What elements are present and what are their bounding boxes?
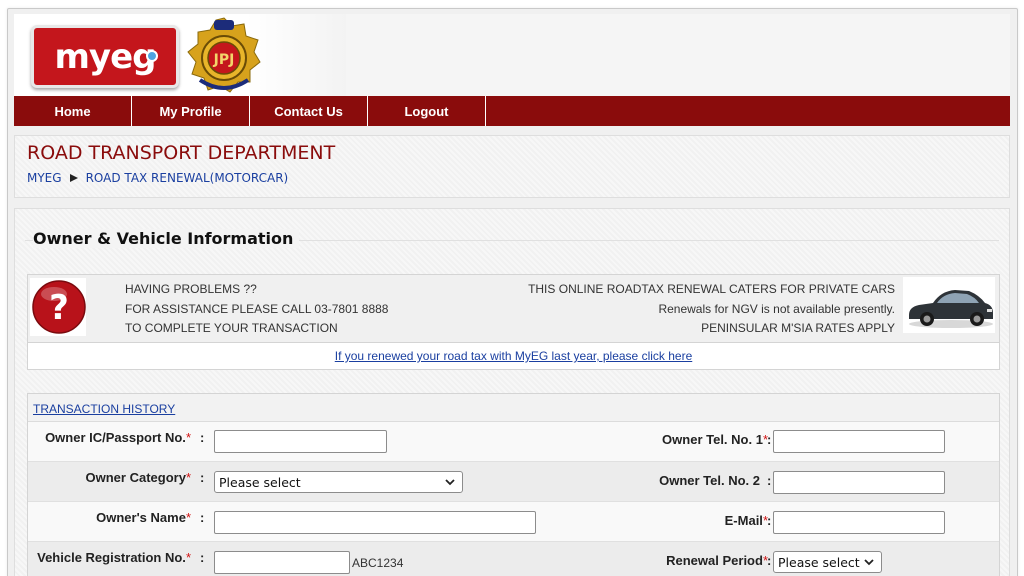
department-title: ROAD TRANSPORT DEPARTMENT bbox=[27, 142, 336, 164]
vehicle-reg-hint: ABC1234 bbox=[352, 556, 404, 570]
nav-my-profile[interactable]: My Profile bbox=[132, 96, 250, 126]
owner-ic-label: Owner IC/Passport No.* bbox=[45, 430, 191, 445]
jpj-seal-logo: JPJ bbox=[187, 17, 261, 93]
breadcrumb-arrow-icon bbox=[69, 174, 78, 182]
header-banner: myeg JPJ bbox=[14, 14, 1010, 96]
vehicle-reg-input[interactable] bbox=[214, 551, 350, 574]
form-row: Owner IC/Passport No.* : Owner Tel. No. … bbox=[28, 422, 999, 462]
breadcrumb-myeg[interactable]: MYEG bbox=[27, 171, 62, 185]
tel2-label: Owner Tel. No. 2 bbox=[659, 473, 760, 488]
myeg-logo[interactable]: myeg bbox=[31, 25, 179, 88]
form-row: Owner's Name* : E-Mail* : bbox=[28, 502, 999, 542]
owner-category-select[interactable]: Please select bbox=[214, 471, 463, 493]
help-box: ? HAVING PROBLEMS ?? FOR ASSISTANCE PLEA… bbox=[27, 274, 1000, 370]
nav-contact-us[interactable]: Contact Us bbox=[250, 96, 368, 126]
owner-name-input[interactable] bbox=[214, 511, 536, 534]
chevron-down-icon bbox=[864, 559, 874, 566]
breadcrumb-road-tax[interactable]: ROAD TAX RENEWAL(MOTORCAR) bbox=[86, 171, 289, 185]
main-nav: Home My Profile Contact Us Logout bbox=[14, 96, 1010, 126]
section-title: Owner & Vehicle Information bbox=[33, 229, 300, 248]
email-label: E-Mail* bbox=[724, 513, 768, 528]
nav-logout[interactable]: Logout bbox=[368, 96, 486, 126]
help-question-icon: ? bbox=[30, 278, 86, 336]
vehicle-reg-label: Vehicle Registration No.* bbox=[37, 550, 191, 565]
owner-ic-input[interactable] bbox=[214, 430, 387, 453]
renewal-period-select[interactable]: Please select bbox=[773, 551, 882, 573]
breadcrumb: MYEG ROAD TAX RENEWAL(MOTORCAR) bbox=[27, 171, 288, 185]
chevron-down-icon bbox=[445, 479, 455, 486]
tel1-input[interactable] bbox=[773, 430, 945, 453]
renewal-notes: THIS ONLINE ROADTAX RENEWAL CATERS FOR P… bbox=[528, 282, 895, 335]
email-input[interactable] bbox=[773, 511, 945, 534]
tel1-label: Owner Tel. No. 1* bbox=[662, 432, 768, 447]
renewal-period-label: Renewal Period* bbox=[666, 553, 768, 568]
logo-dot-icon bbox=[146, 50, 158, 62]
transaction-history-link[interactable]: TRANSACTION HISTORY bbox=[33, 402, 175, 416]
car-image bbox=[903, 277, 995, 333]
svg-text:?: ? bbox=[49, 288, 69, 328]
owner-name-label: Owner's Name* bbox=[96, 510, 191, 525]
help-text: HAVING PROBLEMS ?? FOR ASSISTANCE PLEASE… bbox=[125, 282, 389, 335]
form-row: Vehicle Registration No.* : ABC1234 Rene… bbox=[28, 542, 999, 576]
tel2-input[interactable] bbox=[773, 471, 945, 494]
nav-home[interactable]: Home bbox=[14, 96, 132, 126]
owner-category-label: Owner Category* bbox=[85, 470, 191, 485]
logo-text: myeg bbox=[54, 36, 157, 77]
form-row: Owner Category* : Please select Owner Te… bbox=[28, 462, 999, 502]
department-header: ROAD TRANSPORT DEPARTMENT MYEG ROAD TAX … bbox=[14, 135, 1010, 198]
svg-text:JPJ: JPJ bbox=[213, 52, 235, 68]
renewal-last-year-link[interactable]: If you renewed your road tax with MyEG l… bbox=[335, 349, 693, 363]
owner-vehicle-form: TRANSACTION HISTORY Owner IC/Passport No… bbox=[27, 393, 1000, 576]
